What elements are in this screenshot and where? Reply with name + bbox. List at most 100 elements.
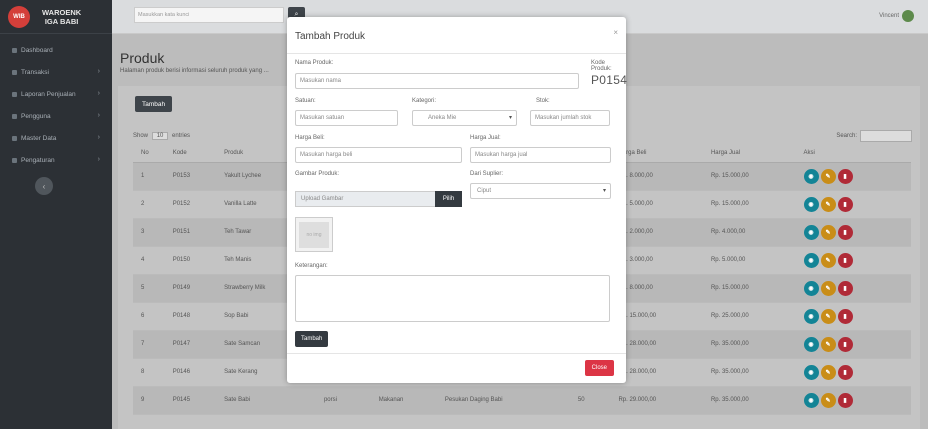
harga-jual-label: Harga Jual: [470, 135, 501, 141]
cell-no: 6 [133, 302, 165, 331]
cell-jual: Rp. 15.000,00 [702, 190, 796, 219]
sidebar-item-transaksi[interactable]: Transaksi › [0, 61, 112, 83]
edit-button[interactable]: ✎ [820, 196, 836, 212]
keterangan-textarea[interactable] [295, 275, 610, 322]
delete-button[interactable]: ▮ [837, 364, 853, 380]
search-input[interactable]: Masukkan kata kunci [134, 7, 284, 23]
row-actions: ◉ ✎ ▮ [803, 280, 912, 296]
cell-actions: ◉ ✎ ▮ [795, 246, 911, 275]
table-search-input[interactable] [860, 130, 912, 142]
stok-input[interactable]: Masukan jumlah stok [530, 110, 610, 126]
sidebar-item-label: Master Data [21, 134, 57, 142]
cell-kode: P0146 [164, 358, 217, 387]
sidebar-item-label: Pengaturan [21, 156, 55, 164]
delete-button[interactable]: ▮ [837, 308, 853, 324]
cell-jual: Rp. 25.000,00 [702, 302, 796, 331]
delete-button[interactable]: ▮ [837, 168, 853, 184]
entries-label: entries [172, 133, 191, 139]
edit-button[interactable]: ✎ [820, 308, 836, 324]
cell-actions: ◉ ✎ ▮ [795, 274, 912, 303]
kode-label: Kode Produk: [591, 60, 612, 72]
view-button[interactable]: ◉ [803, 196, 819, 212]
satuan-input[interactable]: Masukan satuan [295, 110, 398, 126]
cell-kategori: Makanan [370, 386, 437, 415]
cell-no: 4 [133, 246, 165, 275]
chevron-down-icon: ▾ [602, 188, 606, 194]
cell-no: 1 [133, 162, 165, 191]
chevron-right-icon: › [97, 112, 100, 119]
sidebar-item-pengguna[interactable]: Pengguna › [0, 105, 112, 127]
row-actions: ◉ ✎ ▮ [803, 196, 912, 212]
sidebar-item-master-data[interactable]: Master Data › [0, 127, 112, 149]
brand[interactable]: WIB WAROENK IGA BABI [0, 0, 112, 34]
sidebar-collapse-button[interactable]: ‹ [35, 177, 53, 195]
satuan-label: Satuan: [295, 98, 316, 104]
column-header[interactable]: Aksi [795, 145, 911, 163]
view-button[interactable]: ◉ [803, 336, 819, 352]
edit-button[interactable]: ✎ [820, 392, 836, 408]
view-button[interactable]: ◉ [803, 308, 819, 324]
pilih-button[interactable]: Pilih [435, 191, 462, 207]
entries-select[interactable]: 10 [151, 132, 169, 140]
cell-no: 7 [133, 330, 165, 359]
view-button[interactable]: ◉ [803, 392, 819, 408]
harga-beli-input[interactable]: Masukan harga beli [295, 147, 462, 163]
nama-input[interactable]: Masukan nama [295, 73, 579, 89]
sidebar-item-pengaturan[interactable]: Pengaturan › [0, 149, 112, 171]
delete-button[interactable]: ▮ [837, 196, 853, 212]
edit-button[interactable]: ✎ [820, 280, 836, 296]
edit-button[interactable]: ✎ [820, 252, 836, 268]
cell-actions: ◉ ✎ ▮ [795, 190, 912, 219]
cell-actions: ◉ ✎ ▮ [795, 330, 912, 359]
cell-jual: Rp. 4.000,00 [702, 218, 796, 247]
column-header[interactable]: Harga Jual [702, 145, 796, 163]
sidebar-item-laporan-penjualan[interactable]: Laporan Penjualan › [0, 83, 112, 105]
supplier-select[interactable]: Ciput ▾ [470, 183, 611, 199]
view-button[interactable]: ◉ [803, 168, 819, 184]
delete-button[interactable]: ▮ [837, 336, 853, 352]
edit-button[interactable]: ✎ [820, 168, 836, 184]
cell-no: 9 [133, 386, 165, 415]
chevron-down-icon: ▾ [508, 115, 512, 121]
user-menu[interactable]: Vincent [879, 10, 914, 22]
chevron-right-icon: › [97, 90, 100, 97]
cell-kode: P0145 [164, 386, 217, 415]
kategori-select[interactable]: Aneka Mie ▾ [412, 110, 517, 126]
cell-no: 2 [133, 190, 165, 219]
view-button[interactable]: ◉ [803, 364, 819, 380]
delete-button[interactable]: ▮ [837, 280, 853, 296]
stok-label: Stok: [536, 98, 550, 104]
view-button[interactable]: ◉ [803, 280, 819, 296]
delete-button[interactable]: ▮ [837, 224, 853, 240]
edit-button[interactable]: ✎ [820, 224, 836, 240]
row-actions: ◉ ✎ ▮ [803, 336, 912, 352]
chevron-right-icon: › [97, 134, 100, 141]
brand-logo: WIB [8, 5, 30, 28]
add-product-button[interactable]: Tambah [135, 96, 173, 112]
harga-jual-input[interactable]: Masukan harga jual [470, 147, 611, 163]
table-search: Search: [836, 130, 912, 142]
edit-button[interactable]: ✎ [820, 336, 836, 352]
column-header[interactable]: Kode [164, 145, 217, 163]
delete-button[interactable]: ▮ [837, 392, 853, 408]
menu-icon [12, 69, 17, 75]
sidebar-item-dashboard[interactable]: Dashboard [0, 39, 112, 61]
close-button[interactable]: Close [584, 360, 614, 376]
chevron-right-icon: › [97, 68, 100, 75]
sidebar-menu: Dashboard Transaksi › Laporan Penjualan › Pen… [0, 34, 112, 171]
view-button[interactable]: ◉ [803, 252, 819, 268]
column-header[interactable]: No [133, 145, 165, 163]
cell-no: 8 [133, 358, 165, 387]
sidebar-item-label: Dashboard [21, 46, 53, 54]
cell-jual: Rp. 35.000,00 [702, 358, 796, 387]
modal-title: Tambah Produk [295, 31, 366, 42]
close-icon[interactable]: × [613, 28, 618, 37]
cell-jual: Rp. 15.000,00 [702, 162, 796, 191]
page-subtitle: Halaman produk berisi informasi seluruh … [120, 68, 269, 74]
cell-kode: P0148 [164, 302, 217, 331]
submit-button[interactable]: Tambah [295, 331, 329, 347]
edit-button[interactable]: ✎ [820, 364, 836, 380]
delete-button[interactable]: ▮ [837, 252, 853, 268]
brand-line-1: WAROENK [42, 7, 82, 17]
view-button[interactable]: ◉ [803, 224, 819, 240]
